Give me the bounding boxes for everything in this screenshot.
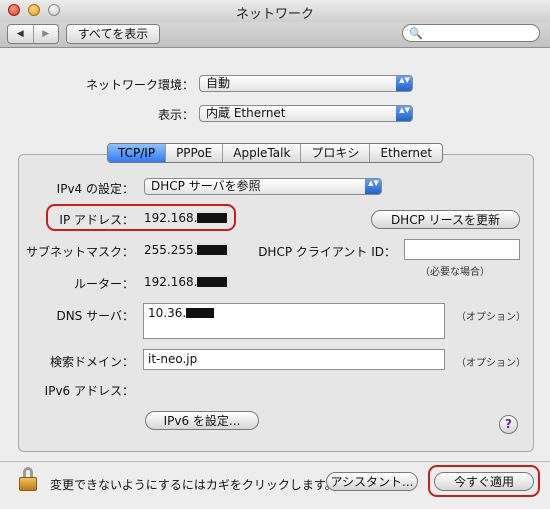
apply-now-button[interactable]: 今すぐ適用: [434, 472, 534, 491]
redaction-block: [186, 308, 215, 318]
ip-address-label: IP アドレス：: [59, 213, 134, 227]
show-value: 内蔵 Ethernet: [206, 106, 286, 120]
search-icon: 🔍: [409, 27, 423, 40]
dns-server-label: DNS サーバ：: [56, 309, 134, 323]
redaction-block: [197, 277, 228, 287]
back-arrow-icon[interactable]: ◀: [8, 25, 33, 43]
redaction-block: [197, 213, 228, 223]
lock-icon[interactable]: [19, 467, 41, 493]
ipv4-config-popup[interactable]: DHCP サーバを参照 ▲▼: [144, 178, 382, 195]
assistant-button[interactable]: アシスタント...: [326, 472, 418, 491]
lock-instruction-text: 変更できないようにするにはカギをクリックします。: [50, 478, 337, 492]
footer-divider: [0, 461, 550, 462]
show-popup[interactable]: 内蔵 Ethernet ▲▼: [199, 105, 413, 122]
subnet-mask-value: 255.255.: [144, 243, 228, 257]
show-label: 表示：: [157, 108, 194, 122]
search-domain-hint: （オプション）: [456, 358, 526, 369]
dns-server-field[interactable]: 10.36.: [143, 303, 445, 339]
tab-ethernet[interactable]: Ethernet: [369, 144, 442, 162]
help-icon[interactable]: ?: [499, 415, 518, 434]
ipv6-address-label: IPv6 アドレス：: [44, 384, 134, 398]
show-all-button[interactable]: すべてを表示: [66, 24, 160, 44]
subnet-mask-label: サブネットマスク：: [25, 245, 134, 259]
dhcp-client-id-hint: （必要な場合）: [420, 267, 490, 278]
ipv4-label: IPv4 の設定：: [56, 182, 134, 196]
tab-tcpip[interactable]: TCP/IP: [108, 144, 166, 162]
configure-ipv6-button[interactable]: IPv6 を設定...: [145, 411, 259, 430]
title-bar: ネットワーク: [0, 0, 550, 23]
ipv4-value: DHCP サーバを参照: [151, 179, 261, 193]
redaction-block: [197, 245, 228, 255]
location-popup[interactable]: 自動 ▲▼: [199, 75, 413, 92]
toolbar: ◀ ▶ すべてを表示 🔍: [0, 22, 550, 48]
search-domain-field[interactable]: it-neo.jp: [143, 349, 445, 370]
search-field[interactable]: 🔍: [402, 24, 540, 42]
dhcp-client-id-label: DHCP クライアント ID：: [258, 245, 396, 259]
search-input[interactable]: [423, 26, 535, 40]
tab-appletalk[interactable]: AppleTalk: [222, 144, 300, 162]
forward-arrow-icon[interactable]: ▶: [32, 25, 59, 43]
tab-pppoe[interactable]: PPPoE: [165, 144, 222, 162]
tab-bar: TCP/IP PPPoE AppleTalk プロキシ Ethernet: [107, 143, 444, 163]
location-label: ネットワーク環境：: [85, 78, 194, 92]
router-label: ルーター：: [73, 277, 134, 291]
back-forward-control: ◀ ▶: [7, 24, 59, 44]
location-value: 自動: [206, 76, 231, 90]
popup-arrows-icon: ▲▼: [396, 76, 412, 91]
router-value: 192.168.: [144, 275, 228, 289]
tab-proxy[interactable]: プロキシ: [300, 144, 369, 162]
renew-dhcp-lease-button[interactable]: DHCP リースを更新: [371, 210, 520, 229]
dhcp-client-id-field[interactable]: [404, 239, 520, 260]
search-domain-label: 検索ドメイン：: [49, 355, 134, 369]
popup-arrows-icon: ▲▼: [365, 179, 381, 194]
dns-hint: （オプション）: [456, 312, 526, 323]
popup-arrows-icon: ▲▼: [396, 106, 412, 121]
window-title: ネットワーク: [235, 7, 314, 22]
ip-address-value: 192.168.: [144, 211, 228, 225]
